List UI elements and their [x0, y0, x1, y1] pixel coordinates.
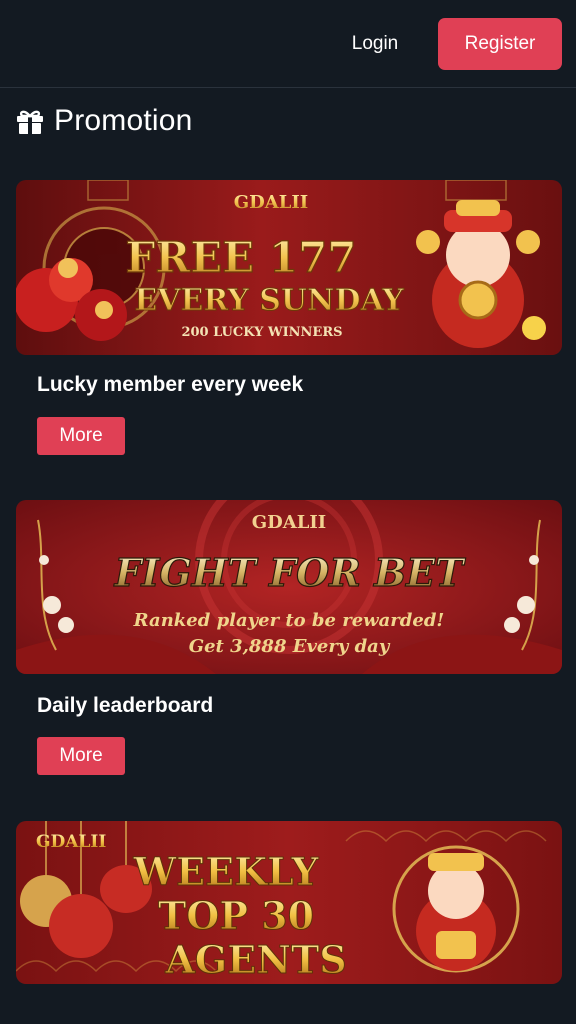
- banner-caption: Get 3,888 Every day: [189, 636, 391, 657]
- page-title: Promotion: [54, 104, 193, 137]
- banner-subheadline: Ranked player to be rewarded!: [133, 610, 445, 631]
- top-bar: Login Register: [0, 0, 576, 88]
- banner-subheadline: TOP 30: [158, 893, 314, 938]
- banner-caption: 200 LUCKY WINNERS: [181, 325, 342, 340]
- banner-headline: FREE 177: [125, 233, 356, 282]
- banner-caption: AGENTS: [164, 937, 346, 982]
- promo-banner-fight-for-bet[interactable]: GDALII FIGHT FOR BET Ranked player to be…: [16, 500, 562, 674]
- section-header: Promotion: [16, 104, 193, 138]
- banner-headline: FIGHT FOR BET: [114, 550, 467, 595]
- more-button[interactable]: More: [37, 737, 125, 775]
- banner-brand: GDALII: [234, 192, 308, 213]
- login-button[interactable]: Login: [334, 24, 416, 64]
- promo-title: Daily leaderboard: [37, 694, 214, 717]
- banner-subheadline: EVERY SUNDAY: [134, 283, 404, 318]
- more-button[interactable]: More: [37, 417, 125, 455]
- promo-banner-free-177[interactable]: GDALII FREE 177 EVERY SUNDAY 200 LUCKY W…: [16, 180, 562, 355]
- promo-banner-weekly-top-30[interactable]: GDALII WEEKLY TOP 30 AGENTS: [16, 821, 562, 984]
- banner-brand: GDALII: [252, 512, 326, 533]
- register-button[interactable]: Register: [438, 18, 562, 70]
- banner-headline: WEEKLY: [132, 849, 319, 894]
- banner-brand: GDALII: [36, 832, 106, 852]
- gift-icon: [16, 108, 44, 134]
- promo-title: Lucky member every week: [37, 373, 304, 396]
